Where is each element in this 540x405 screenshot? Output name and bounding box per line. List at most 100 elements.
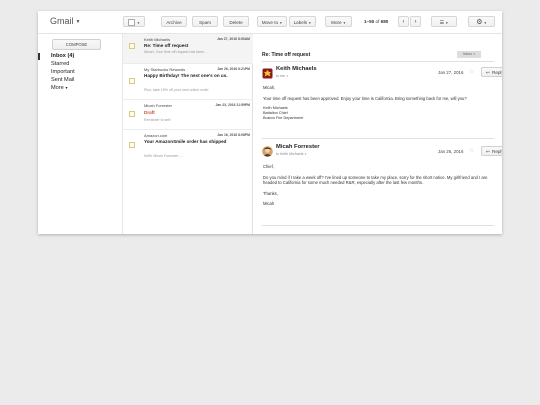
list-item-snippet: Plus, take 15% off your next online orde… — [144, 88, 209, 92]
gear-icon: ⚙ — [476, 19, 483, 26]
message-sender[interactable]: Keith Michaels — [276, 66, 317, 72]
message-body: Micah, Your time off request has been ap… — [263, 85, 491, 121]
inbox-label-text: Inbox — [462, 52, 472, 56]
labels-button[interactable]: Labels ▼ — [289, 16, 316, 27]
checkbox[interactable] — [129, 111, 135, 117]
chevron-down-icon: ▼ — [137, 21, 140, 25]
labels-label: Labels — [293, 20, 308, 25]
user-photo-icon — [262, 146, 273, 157]
list-item-date: Jan 16, 2016 8:08PM — [217, 133, 250, 137]
delete-button[interactable]: Delete — [223, 16, 249, 27]
select-all-checkbox[interactable]: ▼ — [123, 16, 145, 27]
chevron-down-icon: ▼ — [342, 21, 346, 25]
reply-label: Reply — [492, 149, 502, 154]
archive-button[interactable]: Archive — [161, 16, 187, 27]
divider — [262, 61, 494, 62]
message-greeting: Chief, — [263, 164, 274, 169]
chevron-down-icon: ▼ — [483, 21, 487, 25]
close-icon[interactable]: × — [473, 52, 475, 56]
more-button[interactable]: More ▼ — [325, 16, 352, 27]
message-date: Jan 26, 2016 — [438, 149, 464, 154]
chevron-down-icon: ▼ — [308, 21, 312, 25]
pager-range: 1–50 — [364, 19, 375, 24]
sidebar: COMPOSE Inbox (4) Starred Important Sent… — [38, 34, 122, 234]
list-icon: ☰ — [439, 20, 445, 26]
divider — [262, 225, 494, 226]
compose-button[interactable]: COMPOSE — [52, 39, 101, 50]
gmail-window: Gmail ▼ ▼ Archive Spam Delete Move to ▼ L… — [38, 11, 502, 234]
sidebar-item-starred[interactable]: Starred — [38, 61, 122, 68]
move-to-label: Move to — [261, 20, 279, 25]
move-to-button[interactable]: Move to ▼ — [257, 16, 287, 27]
list-item-snippet: Micah, Your time off request has been... — [144, 50, 208, 54]
chevron-down-icon: ▼ — [445, 21, 449, 25]
settings-button[interactable]: ⚙ ▼ — [468, 16, 495, 27]
message-signoff: Micah — [263, 201, 275, 207]
list-item-date: Jan 23, 2016 11:59PM — [215, 103, 251, 107]
density-button[interactable]: ☰ ▼ — [431, 16, 457, 27]
checkbox[interactable] — [129, 78, 135, 84]
sidebar-item-more-label: More — [51, 85, 64, 91]
app-name: Gmail — [50, 16, 74, 26]
list-item-date: Jan 26, 2016 6:21PM — [217, 67, 250, 71]
reply-arrow-icon: ↩ — [486, 70, 490, 75]
chevron-down-icon: ▼ — [286, 75, 289, 78]
message-body: Chief, Do you mind if I take a week off?… — [263, 164, 491, 207]
list-item-subject: Your AmazonSmile order has shipped — [144, 139, 227, 144]
chevron-down-icon: ▼ — [279, 21, 283, 25]
divider — [262, 138, 494, 139]
list-item-snippet: Keith Micah Forrester, ... — [144, 154, 184, 158]
list-item-from: Micah Forrester — [144, 103, 173, 108]
fire-badge-icon — [262, 68, 273, 79]
toolbar: Gmail ▼ ▼ Archive Spam Delete Move to ▼ L… — [38, 11, 502, 34]
checkbox[interactable] — [129, 43, 135, 49]
avatar-badge — [262, 66, 273, 79]
list-item[interactable]: My Starbucks Rewards Jan 26, 2016 6:21PM… — [123, 64, 253, 100]
reply-label: Reply — [492, 70, 502, 75]
list-item[interactable]: Amazon.com Jan 16, 2016 8:08PM Your Amaz… — [123, 130, 253, 166]
spam-button[interactable]: Spam — [192, 16, 218, 27]
reply-button[interactable]: ↩ Reply ▼ — [481, 146, 502, 156]
list-item-date: Jan 27, 2016 8:50AM — [217, 37, 250, 41]
message-greeting: Micah, — [263, 85, 276, 90]
chevron-right-icon: › — [414, 19, 417, 25]
message-recipients-text: to Keith Michaels — [276, 152, 304, 156]
message-recipients-text: to me — [276, 74, 285, 78]
message-recipients[interactable]: to me ▼ — [276, 74, 288, 78]
pager-text: 1–50 of 680 — [364, 19, 388, 24]
sidebar-item-important[interactable]: Important — [38, 69, 122, 76]
sidebar-item-sent-mail[interactable]: Sent Mail — [38, 77, 122, 84]
signature-org: Boston Fire Department — [263, 115, 304, 120]
inbox-label-chip[interactable]: Inbox × — [457, 51, 481, 58]
list-item[interactable]: Micah Forrester Jan 23, 2016 11:59PM Dra… — [123, 100, 253, 130]
reply-arrow-icon: ↩ — [486, 149, 490, 154]
chevron-down-icon: ▼ — [304, 153, 307, 156]
list-item-from: Keith Michaels — [144, 37, 171, 42]
sidebar-item-inbox[interactable]: Inbox (4) — [38, 53, 122, 60]
star-icon[interactable]: ☆ — [469, 68, 474, 75]
pager-of: of — [375, 19, 380, 24]
message-list: Keith Michaels Jan 27, 2016 8:50AM Re: T… — [122, 34, 253, 234]
message-recipients[interactable]: to Keith Michaels ▼ — [276, 152, 307, 156]
avatar — [262, 144, 273, 157]
reply-button[interactable]: ↩ Reply ▼ — [481, 67, 502, 77]
message-closing: Thanks, — [263, 190, 278, 196]
chevron-down-icon: ▼ — [75, 18, 81, 25]
list-item-snippet: Reminder to self: — [144, 118, 172, 122]
star-icon[interactable]: ☆ — [469, 147, 474, 154]
checkbox[interactable] — [129, 142, 135, 148]
sidebar-item-more[interactable]: More▼ — [38, 85, 122, 92]
gmail-menu[interactable]: Gmail ▼ — [50, 16, 80, 26]
older-button[interactable]: › — [410, 16, 421, 27]
list-item-subject: Re: Time off request — [144, 43, 189, 48]
newer-button[interactable]: ‹ — [398, 16, 409, 27]
message-sender[interactable]: Micah Forrester — [276, 144, 320, 150]
chevron-down-icon: ▼ — [64, 86, 69, 90]
reading-pane: Re: Time off request Inbox × Keith Micha… — [253, 34, 502, 234]
thread-subject: Re: Time off request — [262, 52, 311, 58]
checkbox-icon — [128, 19, 135, 27]
message-date: Jan 27, 2016 — [438, 70, 464, 75]
draft-label: Draft — [144, 110, 155, 115]
list-item[interactable]: Keith Michaels Jan 27, 2016 8:50AM Re: T… — [123, 34, 253, 64]
message-paragraph: Your time off request has been approved.… — [263, 95, 467, 101]
